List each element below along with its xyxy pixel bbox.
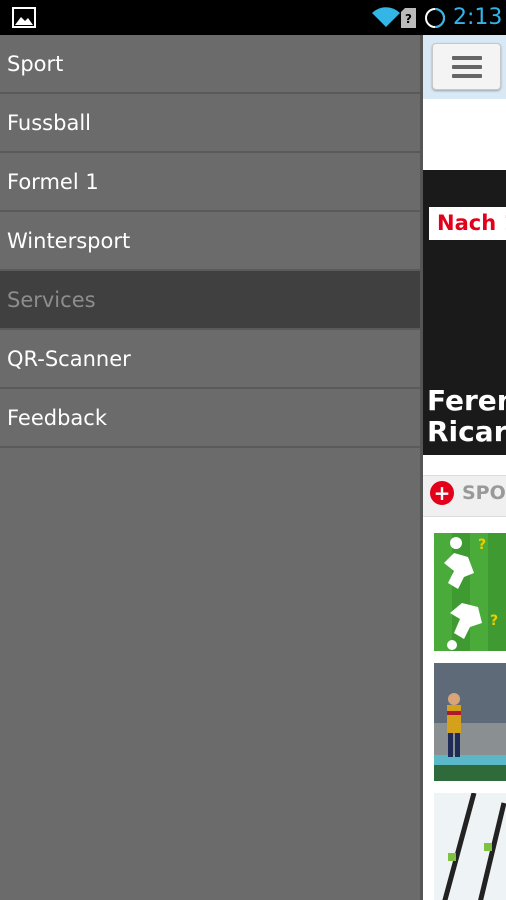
menu-item-label: Formel 1 [7,170,99,194]
wifi-icon [372,7,400,28]
svg-text:?: ? [478,537,486,553]
svg-text:?: ? [490,613,498,629]
menu-icon-line [452,74,482,78]
hero-caption[interactable]: Feren Ricard [427,385,506,447]
menu-item-fussball[interactable]: Fussball [0,94,420,153]
menu-item-qr-scanner[interactable]: QR-Scanner [0,330,420,389]
article-thumbnail[interactable] [434,663,506,781]
image-icon [12,7,36,28]
football-illustration: ? ? [434,533,506,651]
status-bar: ? 2:13 [0,0,506,35]
status-time: 2:13 [453,5,503,30]
hero-tag: Nach 1 [437,211,506,235]
menu-item-label: Sport [7,52,64,76]
menu-item-label: Feedback [7,406,108,430]
menu-icon-line [452,65,482,69]
menu-item-label: QR-Scanner [7,347,131,371]
content-peek: Nach 1 Feren Ricard + SPOR ? ? [423,35,506,900]
menu-item-label: Services [7,288,96,312]
app-header [423,35,506,99]
svg-text:?: ? [405,12,412,26]
menu-item-label: Wintersport [7,229,131,253]
section-label: SPOR [462,482,506,504]
article-thumbnail[interactable] [434,793,506,900]
menu-item-services[interactable]: Services [0,271,420,330]
plus-icon: + [430,481,454,505]
menu-button[interactable] [432,43,501,90]
menu-item-formel-1[interactable]: Formel 1 [0,153,420,212]
no-sim-icon: ? [401,8,416,28]
ski-photo [434,793,506,900]
menu-item-sport[interactable]: Sport [0,35,420,94]
menu-item-feedback[interactable]: Feedback [0,389,420,448]
menu-item-label: Fussball [7,111,91,135]
menu-icon [452,56,482,60]
player-photo [434,663,506,781]
battery-charging-icon [425,8,445,28]
menu-item-wintersport[interactable]: Wintersport [0,212,420,271]
article-thumbnail[interactable]: ? ? [434,533,506,651]
